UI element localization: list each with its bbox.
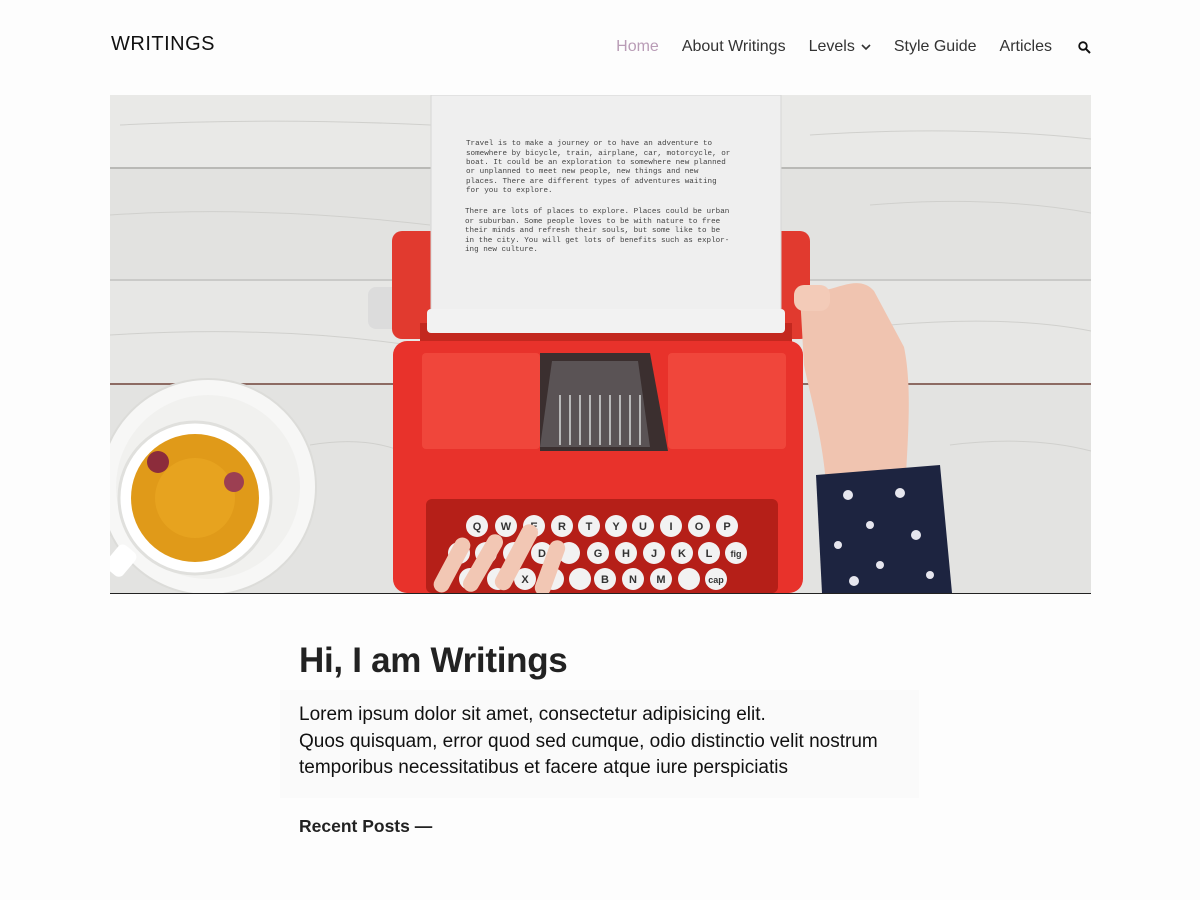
key-m: M [656, 574, 665, 586]
key-i: I [669, 521, 672, 533]
paper-line: Travel is to make a journey or to have a… [466, 140, 713, 148]
nav-item-levels-label: Levels [808, 38, 855, 55]
key-y: Y [612, 521, 620, 533]
key-l: L [706, 548, 713, 560]
intro-text: Lorem ipsum dolor sit amet, consectetur … [280, 690, 919, 798]
key-n: N [629, 574, 637, 586]
key-h: H [622, 548, 630, 560]
key-u: U [639, 521, 647, 533]
page-title: Hi, I am Writings [299, 641, 568, 680]
intro-line: Quos quisquam, error quod sed cumque, od… [299, 730, 878, 752]
key-x: X [521, 574, 529, 586]
key-fig: fig [731, 549, 742, 559]
nav-item-style-guide[interactable]: Style Guide [894, 38, 977, 56]
key-p: P [723, 521, 730, 533]
nav-item-articles[interactable]: Articles [1000, 38, 1052, 56]
nav-item-about-writings[interactable]: About Writings [682, 38, 786, 56]
key-cap: cap [708, 575, 724, 585]
main-content: Hi, I am Writings Lorem ipsum dolor sit … [280, 640, 919, 837]
key-o: O [695, 521, 704, 533]
key-w: W [501, 521, 512, 533]
key-r: R [558, 521, 566, 533]
key-k: K [678, 548, 686, 560]
key-j: J [651, 548, 657, 560]
hero-image: Q W E R T Y U I O P & D G H J K L fig X … [110, 95, 1091, 594]
paper-line: places. There are different types of adv… [466, 178, 717, 186]
paper-line: somewhere by bicycle, train, airplane, c… [466, 150, 730, 158]
intro-line: temporibus necessitatibus et facere atqu… [299, 757, 788, 779]
typewriter-paper: Travel is to make a journey or to have a… [427, 95, 785, 333]
paper-line: in the city. You will get lots of benefi… [465, 237, 729, 245]
key-d: D [538, 548, 546, 560]
paper-line: for you to explore. [466, 187, 553, 195]
paper-line: or suburban. Some people loves to be wit… [465, 218, 721, 226]
typewriter-illustration: Q W E R T Y U I O P & D G H J K L fig X … [110, 95, 1091, 593]
paper-line: or unplanned to meet new people, new thi… [466, 168, 699, 176]
paper-line: There are lots of places to explore. Pla… [465, 208, 729, 216]
key-t: T [586, 521, 593, 533]
nav-item-levels[interactable]: Levels [809, 38, 871, 56]
key-b: B [601, 574, 609, 586]
site-header: WRITINGS Home About Writings Levels Styl… [110, 0, 1091, 92]
tea-cup [110, 378, 317, 593]
main-nav: Home About Writings Levels Style Guide A… [616, 36, 1091, 58]
chevron-down-icon [861, 38, 871, 56]
key-q: Q [473, 521, 482, 533]
search-icon[interactable] [1078, 40, 1091, 54]
key-g: G [594, 548, 603, 560]
paper-line: ing new culture. [465, 246, 538, 254]
paper-line: boat. It could be an exploration to some… [466, 159, 726, 167]
nav-item-home[interactable]: Home [616, 38, 659, 56]
site-title[interactable]: WRITINGS [111, 33, 215, 56]
recent-posts-heading: Recent Posts — [299, 815, 433, 836]
paper-line: their minds and refresh their souls, but… [465, 227, 721, 235]
intro-line: Lorem ipsum dolor sit amet, consectetur … [299, 704, 766, 725]
